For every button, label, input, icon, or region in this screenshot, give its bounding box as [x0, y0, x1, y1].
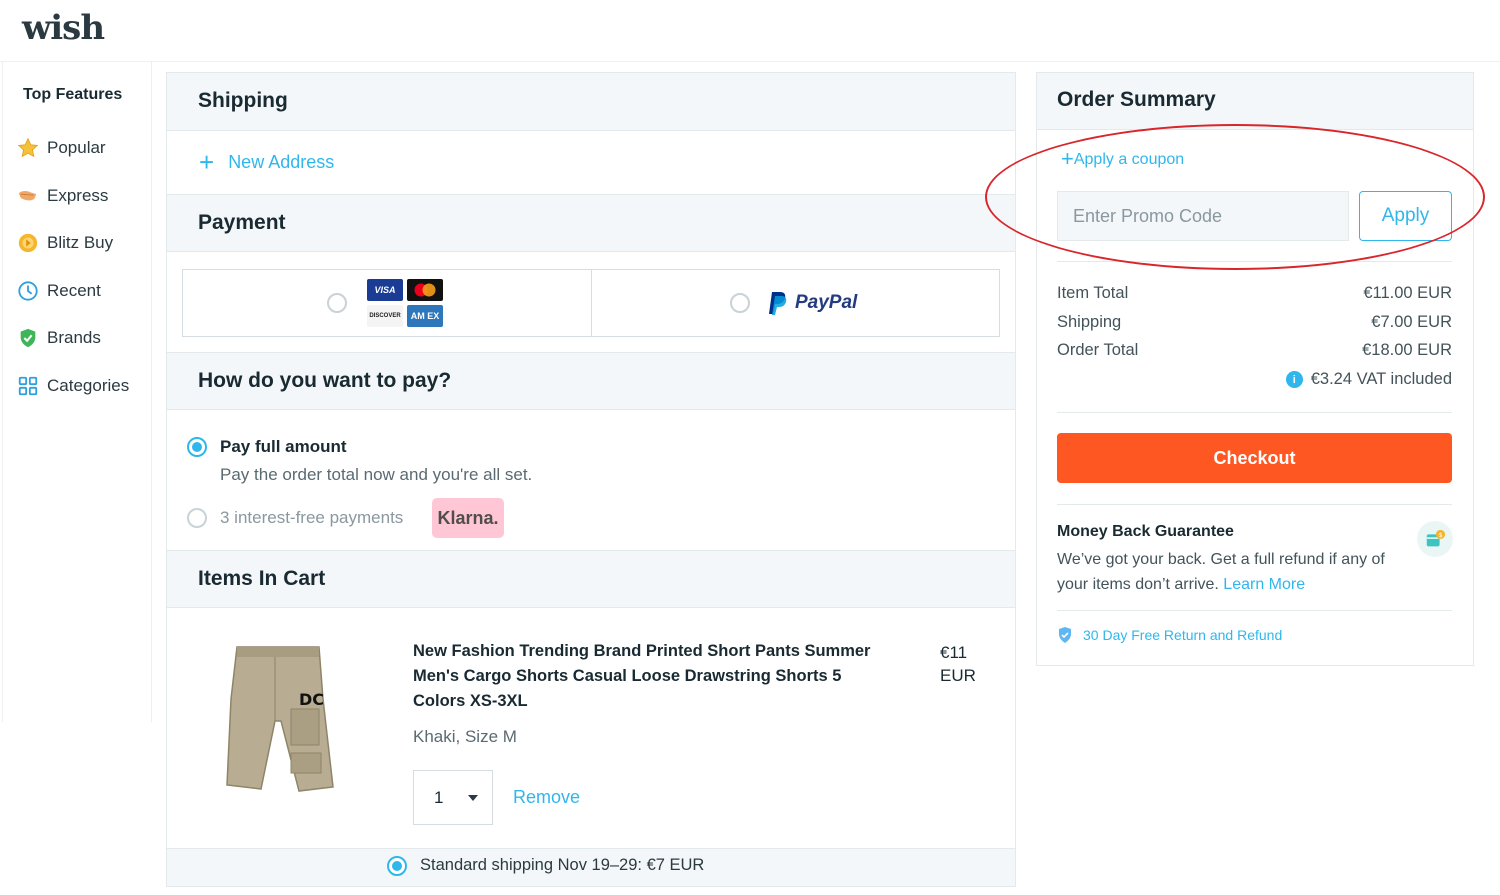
money-back-title: Money Back Guarantee [1057, 523, 1234, 540]
payment-title: Payment [198, 211, 286, 234]
apply-promo-button[interactable]: Apply [1359, 191, 1452, 241]
visa-logo: VISA [367, 279, 403, 301]
amex-logo: AM EX [407, 305, 443, 327]
cart-section-header: Items In Cart [167, 550, 1015, 608]
sidebar-item-label: Recent [47, 281, 101, 300]
product-price-currency: EUR [940, 666, 976, 685]
info-icon: i [1285, 371, 1303, 388]
pay-full-description: Pay the order total now and you're all s… [220, 465, 533, 484]
return-refund-text: 30 Day Free Return and Refund [1083, 627, 1283, 643]
header: wish [0, 0, 1500, 62]
chevron-down-icon [468, 795, 478, 801]
remove-item-button[interactable]: Remove [513, 787, 580, 808]
cart-title: Items In Cart [198, 567, 326, 590]
paypal-logo-text: PayPal [795, 292, 858, 313]
sidebar-item-categories[interactable]: Categories [17, 371, 129, 401]
clock-icon [17, 280, 39, 302]
sidebar-item-blitz-buy[interactable]: Blitz Buy [17, 228, 113, 258]
item-total-value: €11.00 EUR [1363, 284, 1452, 302]
sidebar-item-label: Express [47, 186, 109, 205]
product-price-amount: €11 [940, 643, 968, 662]
checkout-button[interactable]: Checkout [1057, 433, 1452, 483]
shipping-section-header: Shipping [167, 73, 1015, 131]
product-variant: Khaki, Size M [413, 727, 517, 746]
mastercard-logo [407, 279, 443, 301]
pay-how-title: How do you want to pay? [198, 369, 452, 392]
shipping-cost-value: €7.00 EUR [1371, 313, 1452, 331]
product-image[interactable]: DC [195, 639, 359, 801]
sidebar-item-recent[interactable]: Recent [17, 276, 101, 306]
shipping-title: Shipping [198, 89, 288, 112]
apply-coupon-link[interactable]: +Apply a coupon [1061, 146, 1184, 172]
sidebar-item-label: Blitz Buy [47, 233, 114, 252]
divider [1057, 261, 1452, 262]
promo-code-input[interactable] [1057, 191, 1349, 241]
pay-full-label[interactable]: Pay full amount [220, 437, 347, 457]
apply-coupon-label: Apply a coupon [1073, 151, 1185, 168]
new-address-button[interactable]: + New Address [199, 149, 334, 175]
product-price: €11 EUR [940, 641, 1000, 687]
order-total-value: €18.00 EUR [1362, 341, 1452, 359]
sidebar-item-label: Brands [47, 328, 101, 347]
svg-text:DC: DC [299, 690, 324, 709]
blitz-buy-icon [17, 232, 39, 254]
pay-how-section-header: How do you want to pay? [167, 352, 1015, 410]
divider [1057, 504, 1452, 505]
divider [1057, 610, 1452, 611]
sidebar-item-label: Popular [47, 138, 106, 157]
divider [1057, 412, 1452, 413]
grid-icon [17, 375, 39, 397]
learn-more-link[interactable]: Learn More [1223, 576, 1305, 593]
paypal-icon [768, 290, 788, 321]
quantity-select[interactable]: 1 [413, 770, 493, 825]
shipping-cost-label: Shipping [1057, 313, 1122, 331]
shipping-option-label: Standard shipping Nov 19–29: €7 EUR [420, 856, 705, 874]
card-payment-option[interactable]: VISA DISCOVER AM EX [182, 269, 592, 337]
vat-text: €3.24 VAT included [1310, 370, 1452, 388]
shield-icon [1057, 626, 1073, 644]
money-back-description: We’ve got your back. Get a full refund i… [1057, 551, 1385, 593]
sidebar: Top Features Popular Express Blitz Buy R… [2, 62, 152, 722]
wish-logo[interactable]: wish [22, 8, 105, 48]
shipping-option-radio[interactable] [387, 856, 407, 876]
sidebar-item-label: Categories [47, 376, 130, 395]
order-summary-header: Order Summary [1037, 73, 1473, 130]
sidebar-item-popular[interactable]: Popular [17, 133, 106, 163]
sidebar-title: Top Features [23, 86, 123, 103]
klarna-badge: Klarna. [432, 498, 504, 538]
shipping-option-row[interactable]: Standard shipping Nov 19–29: €7 EUR [167, 848, 1015, 886]
return-refund-link[interactable]: 30 Day Free Return and Refund [1057, 626, 1282, 644]
installments-label[interactable]: 3 interest-free payments [220, 508, 403, 528]
pay-full-radio[interactable] [187, 437, 207, 457]
sidebar-item-brands[interactable]: Brands [17, 323, 101, 353]
order-total-label: Order Total [1057, 341, 1139, 359]
sidebar-item-express[interactable]: Express [17, 181, 108, 211]
svg-text:$: $ [1439, 531, 1443, 539]
card-radio[interactable] [327, 293, 347, 313]
new-address-label: New Address [228, 151, 335, 172]
quantity-value: 1 [434, 788, 444, 807]
checkout-panel: Shipping + New Address Payment VISA DISC… [166, 72, 1016, 887]
plus-icon: + [199, 147, 215, 177]
express-icon [17, 185, 39, 207]
order-summary: Order Summary +Apply a coupon Apply Item… [1036, 72, 1474, 666]
plus-icon: + [1061, 146, 1074, 171]
star-icon [17, 137, 39, 159]
order-summary-title: Order Summary [1057, 88, 1216, 111]
discover-logo: DISCOVER [367, 305, 403, 327]
item-total-label: Item Total [1057, 284, 1129, 302]
vat-info[interactable]: i €3.24 VAT included [1285, 370, 1452, 389]
shield-check-icon [17, 327, 39, 349]
paypal-payment-option[interactable]: PayPal [591, 269, 1000, 337]
money-back-icon: $ [1417, 521, 1453, 557]
money-back-text: We’ve got your back. Get a full refund i… [1057, 547, 1417, 597]
paypal-radio[interactable] [730, 293, 750, 313]
product-title[interactable]: New Fashion Trending Brand Printed Short… [413, 639, 888, 714]
payment-section-header: Payment [167, 194, 1015, 252]
installments-radio[interactable] [187, 508, 207, 528]
